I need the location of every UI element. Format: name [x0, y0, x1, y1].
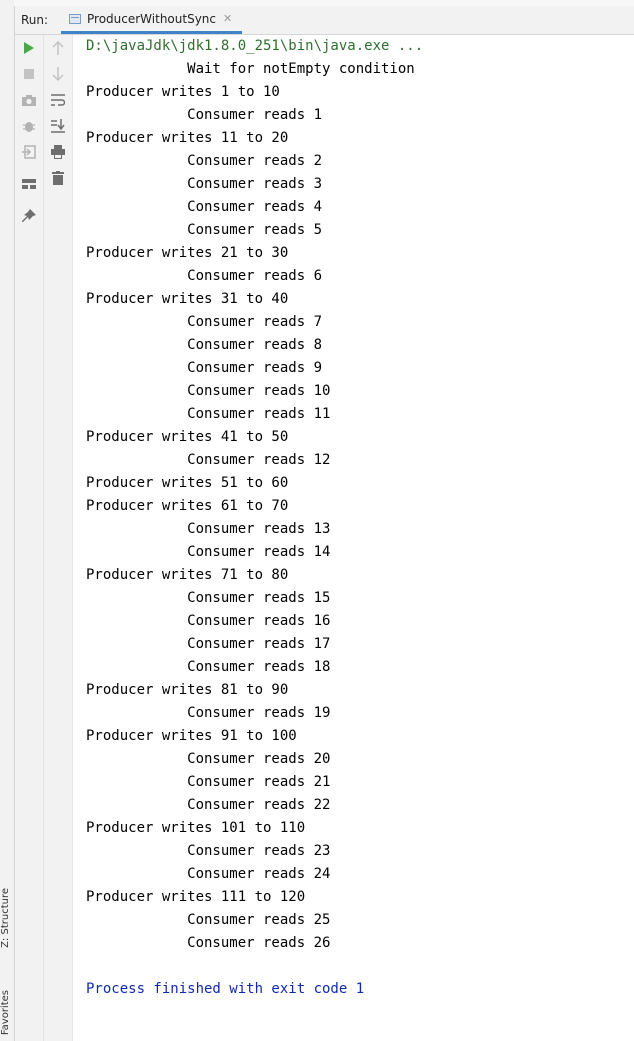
- run-config-icon: [69, 13, 81, 24]
- console-line: Consumer reads 18: [86, 659, 331, 675]
- console-line: Wait for notEmpty condition: [86, 61, 415, 77]
- console-line: Consumer reads 23: [86, 843, 331, 859]
- print-icon[interactable]: [50, 144, 66, 160]
- console-line: Consumer reads 21: [86, 774, 331, 790]
- camera-icon[interactable]: [21, 92, 37, 108]
- console-line: Consumer reads 17: [86, 636, 331, 652]
- console-line: Producer writes 101 to 110: [86, 820, 306, 836]
- tab-producer-without-sync[interactable]: ProducerWithoutSync ✕: [61, 6, 243, 34]
- console-line: Producer writes 1 to 10: [86, 84, 280, 100]
- console-line: Consumer reads 2: [86, 153, 323, 169]
- console-line: Producer writes 31 to 40: [86, 291, 289, 307]
- console-line: Producer writes 111 to 120: [86, 889, 306, 905]
- stop-icon[interactable]: [21, 66, 37, 82]
- console-line: Consumer reads 1: [86, 107, 323, 123]
- console-output[interactable]: D:\javaJdk\jdk1.8.0_251\bin\java.exe ...…: [86, 35, 634, 1001]
- console-line: Producer writes 41 to 50: [86, 429, 289, 445]
- console-line: Consumer reads 10: [86, 383, 331, 399]
- console-line: Consumer reads 22: [86, 797, 331, 813]
- pin-icon[interactable]: [21, 208, 37, 224]
- console-line: Consumer reads 9: [86, 360, 323, 376]
- console-line: Consumer reads 25: [86, 912, 331, 928]
- console-line: Producer writes 21 to 30: [86, 245, 289, 261]
- soft-wrap-icon[interactable]: [50, 92, 66, 108]
- console-line: Consumer reads 7: [86, 314, 323, 330]
- console-line: Consumer reads 8: [86, 337, 323, 353]
- scroll-to-end-icon[interactable]: [50, 118, 66, 134]
- console-line: Consumer reads 20: [86, 751, 331, 767]
- debug-icon[interactable]: [21, 118, 37, 134]
- console-line: Producer writes 91 to 100: [86, 728, 297, 744]
- console-line: Producer writes 11 to 20: [86, 130, 289, 146]
- process-exit-message: Process finished with exit code 1: [86, 981, 365, 997]
- left-side-strip: Z: Structure Favorites: [0, 0, 15, 1041]
- console-line: Producer writes 51 to 60: [86, 475, 289, 491]
- tab-label: ProducerWithoutSync: [87, 11, 216, 26]
- run-tool-header: Run: ProducerWithoutSync ✕: [15, 6, 634, 35]
- arrow-down-icon[interactable]: [50, 66, 66, 82]
- console-line: Consumer reads 19: [86, 705, 331, 721]
- structure-side-tab[interactable]: Z: Structure: [0, 888, 14, 948]
- command-line: D:\javaJdk\jdk1.8.0_251\bin\java.exe ...: [86, 38, 424, 54]
- console-line: Producer writes 81 to 90: [86, 682, 289, 698]
- console-line: Consumer reads 16: [86, 613, 331, 629]
- close-icon[interactable]: ✕: [223, 12, 232, 25]
- run-toolbar-secondary: [44, 35, 73, 1041]
- console-line: Consumer reads 24: [86, 866, 331, 882]
- console-line: Producer writes 61 to 70: [86, 498, 289, 514]
- console-line: Consumer reads 13: [86, 521, 331, 537]
- run-label: Run:: [21, 13, 49, 27]
- exit-icon[interactable]: [21, 144, 37, 160]
- run-icon[interactable]: [21, 40, 37, 56]
- console-line: Consumer reads 5: [86, 222, 323, 238]
- arrow-up-icon[interactable]: [50, 40, 66, 56]
- console-line: Consumer reads 15: [86, 590, 331, 606]
- console-line: Consumer reads 14: [86, 544, 331, 560]
- console-line: Consumer reads 11: [86, 406, 331, 422]
- layout-icon[interactable]: [21, 176, 37, 192]
- console-line: Consumer reads 3: [86, 176, 323, 192]
- console-line: Consumer reads 6: [86, 268, 323, 284]
- run-toolbar-primary: [15, 35, 44, 1041]
- console-line: Consumer reads 26: [86, 935, 331, 951]
- console-line: Consumer reads 12: [86, 452, 331, 468]
- trash-icon[interactable]: [50, 170, 66, 186]
- favorites-side-tab[interactable]: Favorites: [0, 990, 14, 1035]
- console-line: Consumer reads 4: [86, 199, 323, 215]
- console-line: Producer writes 71 to 80: [86, 567, 289, 583]
